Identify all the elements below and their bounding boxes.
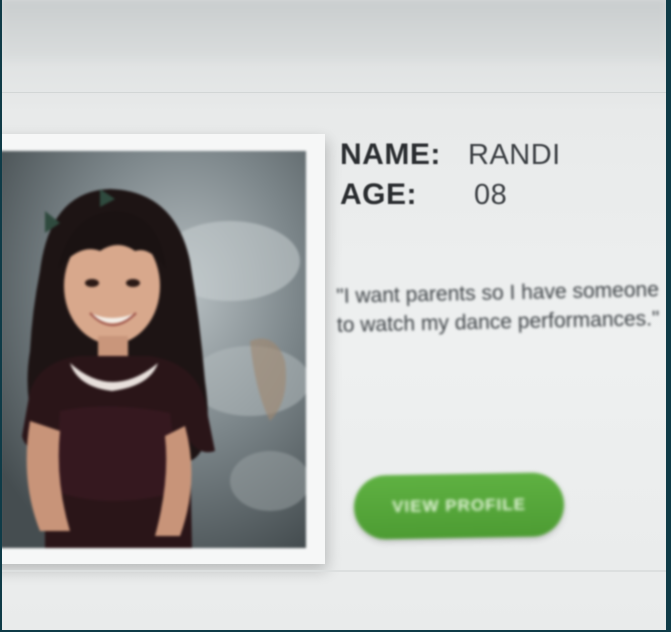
- profile-page: NAME: RANDI AGE: 08 "I want parents so I…: [2, 0, 666, 630]
- footer-divider: [2, 570, 666, 572]
- header-divider: [2, 92, 666, 93]
- age-row: AGE: 08: [340, 178, 660, 212]
- name-row: NAME: RANDI: [340, 138, 660, 172]
- header-band: [2, 0, 666, 60]
- profile-photo: [2, 151, 306, 548]
- age-label: AGE:: [340, 178, 417, 211]
- name-value: RANDI: [468, 139, 561, 171]
- name-label: NAME:: [340, 138, 441, 171]
- profile-quote: "I want parents so I have someone to wat…: [336, 278, 660, 337]
- profile-info: NAME: RANDI AGE: 08: [340, 138, 660, 212]
- screen-bezel: [666, 0, 671, 632]
- profile-photo-card[interactable]: [2, 134, 325, 564]
- view-profile-button[interactable]: VIEW PROFILE: [353, 472, 565, 540]
- age-value: 08: [474, 179, 508, 211]
